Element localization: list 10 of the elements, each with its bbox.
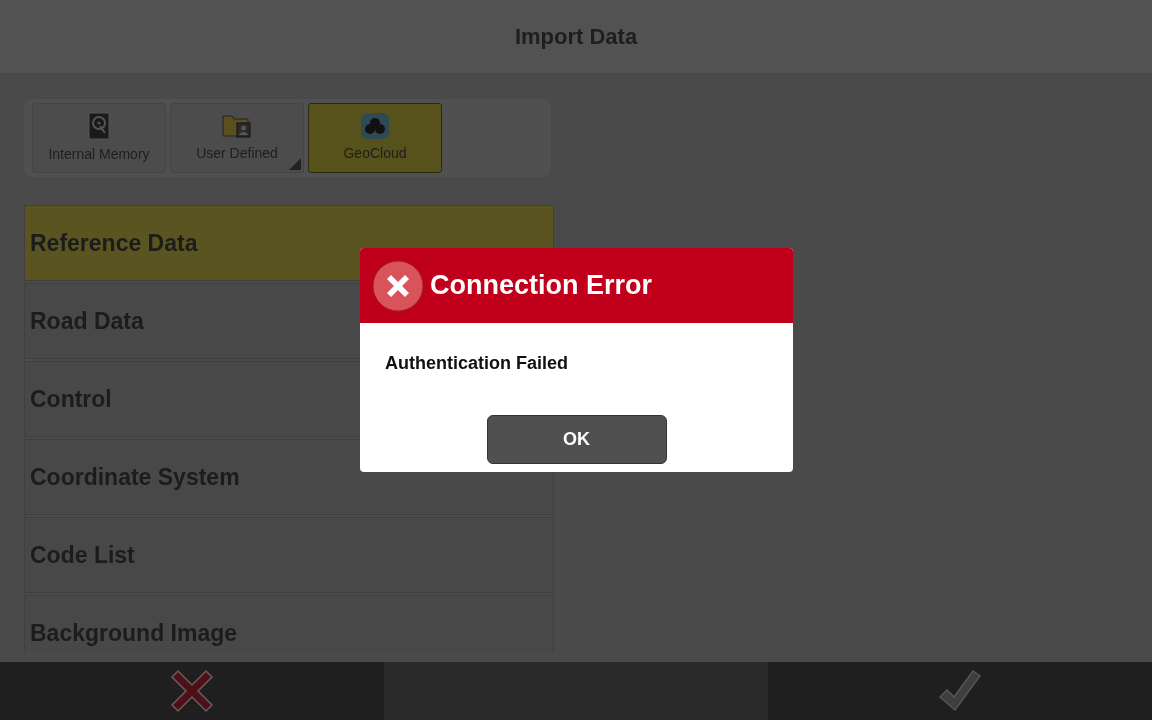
source-tab[interactable]: GeoCloud: [308, 103, 442, 173]
confirm-button[interactable]: [768, 662, 1152, 720]
cloud-icon: [361, 112, 389, 139]
ok-button[interactable]: OK: [486, 415, 667, 464]
folder-user-icon: [222, 112, 252, 139]
checkmark-icon: [938, 669, 982, 713]
error-icon: [372, 259, 424, 312]
cancel-button[interactable]: [0, 662, 384, 720]
drive-icon: [88, 111, 110, 140]
cross-icon: [170, 669, 214, 713]
